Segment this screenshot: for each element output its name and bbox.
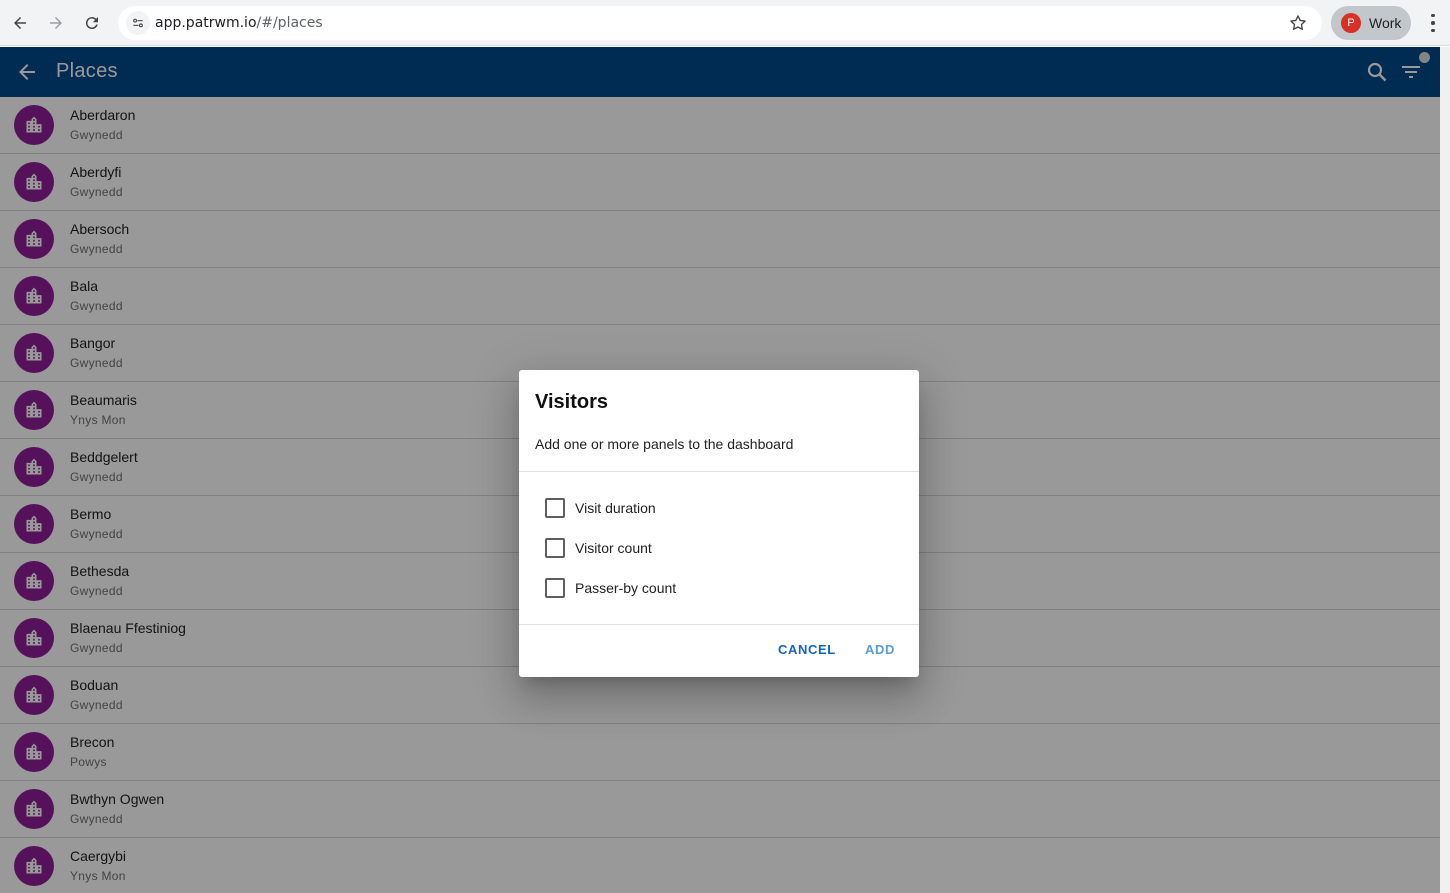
cancel-button[interactable]: CANCEL — [778, 642, 836, 657]
browser-toolbar: app.patrwm.io/#/places P Work — [0, 0, 1450, 46]
arrow-left-icon — [14, 17, 26, 29]
profile-button[interactable]: P Work — [1331, 6, 1411, 40]
scrollbar-track[interactable] — [1440, 47, 1450, 893]
browser-forward-button[interactable] — [42, 9, 70, 37]
reload-icon — [85, 17, 98, 30]
option-label: Visit duration — [575, 500, 656, 516]
arrow-right-icon — [50, 17, 62, 29]
visitors-dialog: Visitors Add one or more panels to the d… — [519, 370, 919, 677]
browser-menu-icon[interactable] — [1423, 12, 1443, 34]
dialog-subtitle: Add one or more panels to the dashboard — [535, 436, 794, 452]
option-passer-by-count[interactable]: Passer-by count — [545, 578, 676, 598]
dialog-divider-bottom — [519, 624, 919, 625]
profile-name: Work — [1369, 15, 1402, 31]
dialog-divider-top — [519, 471, 919, 472]
option-label: Visitor count — [575, 540, 652, 556]
browser-back-button[interactable] — [6, 9, 34, 37]
option-visit-duration[interactable]: Visit duration — [545, 498, 656, 518]
profile-avatar: P — [1341, 13, 1361, 33]
passer-by-count-checkbox[interactable] — [545, 578, 565, 598]
visit-duration-checkbox[interactable] — [545, 498, 565, 518]
visitor-count-checkbox[interactable] — [545, 538, 565, 558]
option-visitor-count[interactable]: Visitor count — [545, 538, 652, 558]
option-label: Passer-by count — [575, 580, 677, 596]
url-text: app.patrwm.io/#/places — [155, 15, 323, 31]
add-button[interactable]: ADD — [865, 642, 895, 657]
bookmark-star-icon[interactable] — [1288, 13, 1308, 33]
browser-reload-button[interactable] — [78, 9, 106, 37]
url-host: app.patrwm.io — [155, 15, 257, 31]
dialog-title: Visitors — [535, 391, 608, 413]
address-bar[interactable]: app.patrwm.io/#/places — [118, 6, 1322, 40]
url-path: /#/places — [256, 15, 323, 31]
site-info-icon[interactable] — [126, 11, 150, 35]
